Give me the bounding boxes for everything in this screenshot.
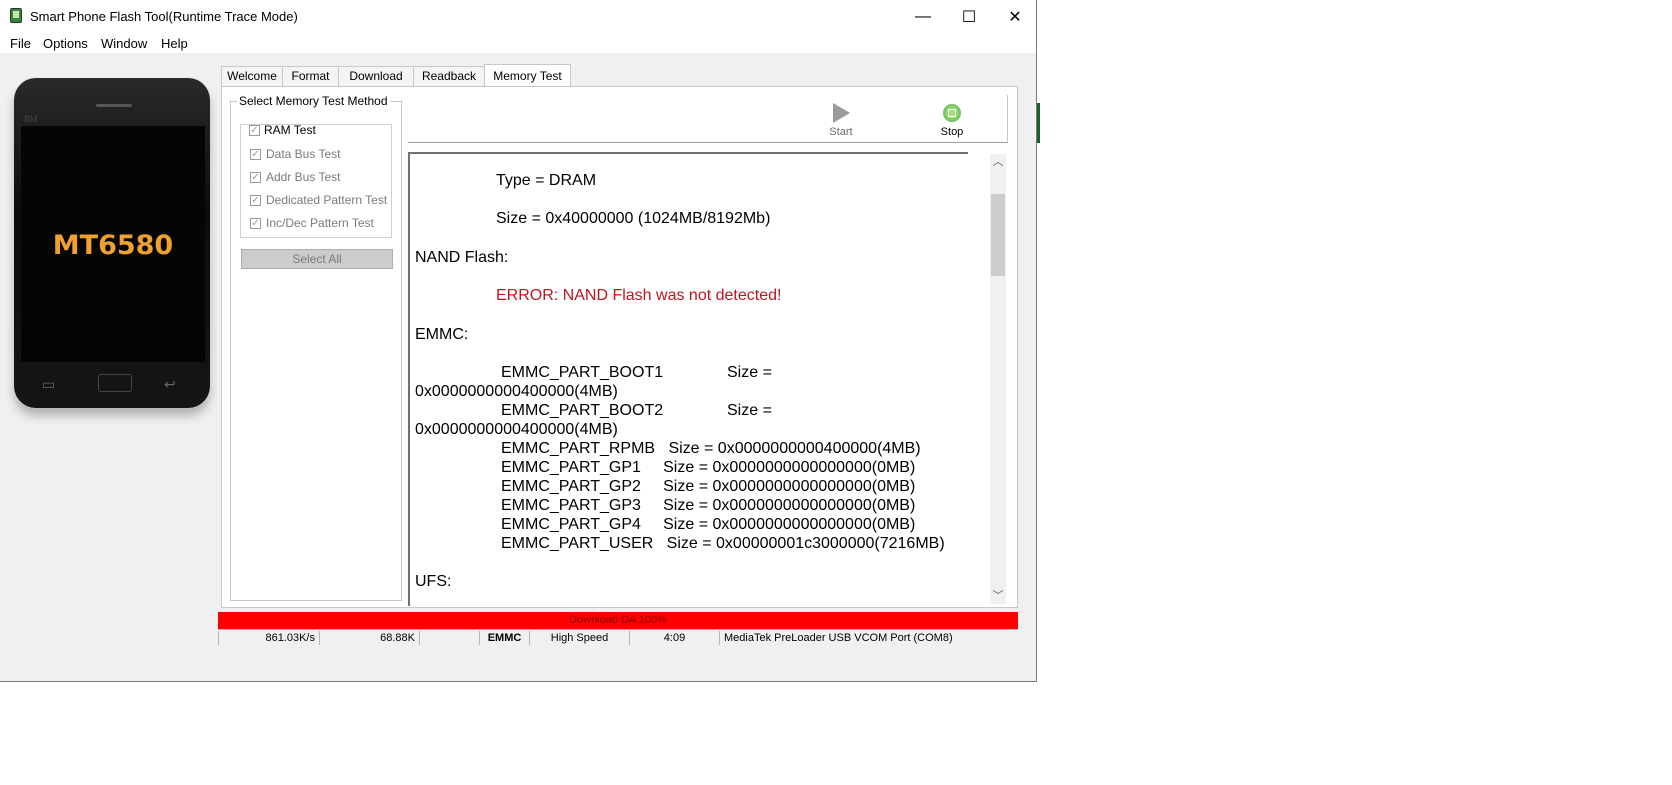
test-log[interactable]: Type = DRAM Size = 0x40000000 (1024MB/81… [408,152,968,606]
menu-window[interactable]: Window [101,36,147,51]
addr-bus-test-checkbox[interactable]: ✓ [250,172,261,183]
memory-test-panel: Select Memory Test Method ✓ RAM Test ✓ D… [221,86,1018,608]
phone-body: BM MT6580 ▭ ↩ [14,78,210,408]
menu-file[interactable]: File [10,36,31,51]
inc-dec-pattern-test-checkbox[interactable]: ✓ [250,218,261,229]
status-storage: EMMC [479,631,529,645]
back-key-icon: ↩ [164,376,176,392]
group-title: Select Memory Test Method [237,94,390,108]
home-key-icon [98,374,132,392]
menu-bar: File Options Window Help [0,33,1036,53]
dedicated-pattern-test-label: Dedicated Pattern Test [266,193,388,207]
stop-button[interactable]: Stop [922,97,982,138]
test-toolbar: Start Stop [408,95,1008,143]
menu-options[interactable]: Options [43,36,88,51]
status-usb-speed: High Speed [529,631,629,645]
stop-label: Stop [940,126,964,138]
log-line: NAND Flash: [415,249,509,266]
status-port: MediaTek PreLoader USB VCOM Port (COM8) [719,631,1018,645]
log-line: Size = 0x40000000 (1024MB/8192Mb) [496,210,771,227]
tab-memory-test[interactable]: Memory Test [484,64,571,88]
stop-icon [943,104,961,122]
log-line: Type = DRAM [496,172,597,189]
log-error-line: ERROR: NAND Flash was not detected! [496,287,782,304]
menu-key-icon: ▭ [42,376,56,392]
log-line: UFS: [415,573,452,590]
log-line: Size = [727,364,772,381]
phone-speaker [96,104,132,107]
minimize-button[interactable]: — [900,0,946,33]
log-line: EMMC_PART_USER Size = 0x00000001c3000000… [501,535,945,552]
tab-readback[interactable]: Readback [413,66,485,86]
start-label: Start [829,126,853,138]
ram-test-label: RAM Test [264,123,316,137]
data-bus-test-label: Data Bus Test [266,147,341,161]
status-time: 4:09 [629,631,719,645]
scroll-down-icon[interactable]: ﹀ [990,588,1006,604]
addr-bus-test-label: Addr Bus Test [266,170,341,184]
log-line: Size = [727,402,772,419]
chip-label: MT6580 [52,230,174,261]
menu-help[interactable]: Help [161,36,188,51]
phone-brand: BM [24,114,38,124]
log-scrollbar[interactable]: ︿ ﹀ [990,154,1006,604]
phone-illustration: BM MT6580 ▭ ↩ [12,78,212,423]
phone-screen: MT6580 [21,126,205,362]
start-button[interactable]: Start [811,97,871,138]
data-bus-test-checkbox[interactable]: ✓ [250,149,261,160]
tab-format[interactable]: Format [282,66,339,86]
progress-bar: Download DA 100% [218,612,1018,629]
log-line: EMMC_PART_BOOT1 [501,364,664,381]
log-line: EMMC_PART_GP1 Size = 0x0000000000000000(… [501,459,916,476]
dedicated-pattern-test-checkbox[interactable]: ✓ [250,195,261,206]
status-bar: 861.03K/s 68.88K EMMC High Speed 4:09 Me… [218,629,1018,646]
app-icon [10,8,22,23]
window-title: Smart Phone Flash Tool(Runtime Trace Mod… [30,9,298,24]
log-line: EMMC: [415,326,469,343]
status-blank [419,631,479,645]
status-size: 68.88K [319,631,419,645]
log-line: EMMC_PART_GP4 Size = 0x0000000000000000(… [501,516,916,533]
status-speed: 861.03K/s [218,631,319,645]
log-line: EMMC_PART_RPMB Size = 0x0000000000400000… [501,440,921,457]
log-line: 0x0000000000400000(4MB) [415,383,618,400]
background-window-edge [1037,103,1040,143]
ram-test-checkbox[interactable]: ✓ [249,125,260,136]
ram-test-box: ✓ RAM Test ✓ Data Bus Test ✓ Addr Bus Te… [240,123,392,238]
scroll-thumb[interactable] [991,194,1005,276]
log-line: EMMC_PART_GP3 Size = 0x0000000000000000(… [501,497,916,514]
log-line: EMMC_PART_BOOT2 [501,402,664,419]
title-bar[interactable]: Smart Phone Flash Tool(Runtime Trace Mod… [0,0,1036,33]
close-button[interactable]: ✕ [992,0,1036,33]
progress-label: Download DA 100% [569,614,667,626]
select-all-button[interactable]: Select All [241,249,393,269]
app-window: Smart Phone Flash Tool(Runtime Trace Mod… [0,0,1037,682]
scroll-up-icon[interactable]: ︿ [990,154,1006,170]
test-method-group: Select Memory Test Method ✓ RAM Test ✓ D… [230,94,402,601]
maximize-button[interactable]: ☐ [946,0,992,33]
tab-welcome[interactable]: Welcome [221,66,283,86]
log-line: 0x0000000000400000(4MB) [415,421,618,438]
inc-dec-pattern-test-label: Inc/Dec Pattern Test [266,216,374,230]
play-icon [832,103,850,123]
log-line: EMMC_PART_GP2 Size = 0x0000000000000000(… [501,478,916,495]
tab-download[interactable]: Download [338,66,414,86]
